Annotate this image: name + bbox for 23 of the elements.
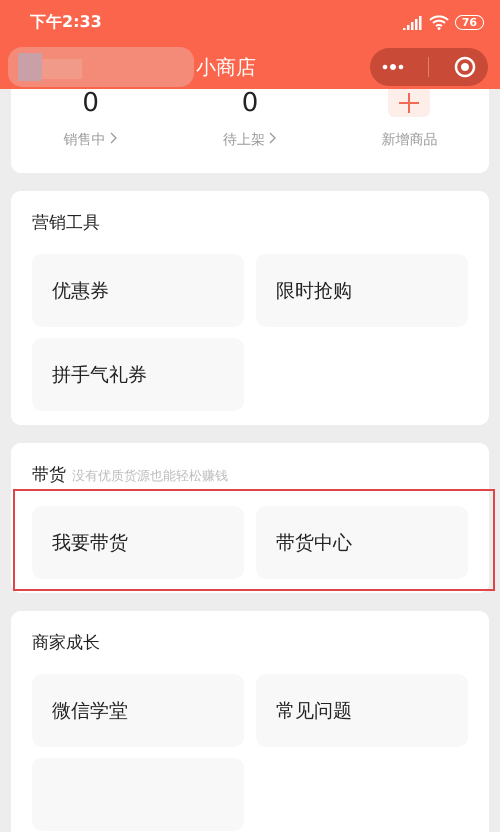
more-icon[interactable] [382, 64, 404, 70]
menu-tile[interactable]: 微信学堂 [32, 674, 244, 747]
plus-icon [398, 92, 420, 114]
stat-count: 0 [242, 89, 258, 117]
status-time: 下午2:33 [30, 12, 102, 33]
add-button[interactable] [388, 89, 430, 117]
menu-tile[interactable]: 优惠券 [32, 254, 244, 327]
page-title: 小商店 [196, 54, 256, 80]
menu-tile[interactable]: 常见问题 [256, 674, 468, 747]
section-title: 营销工具 [32, 212, 100, 234]
menu-tile[interactable]: 拼手气礼券 [32, 338, 244, 411]
section-title: 商家成长 [32, 632, 100, 654]
close-icon[interactable] [454, 56, 476, 78]
menu-tile[interactable]: 限时抢购 [256, 254, 468, 327]
stat-count: 0 [82, 89, 99, 117]
battery-level: 76 [454, 15, 484, 30]
section-subtitle: 没有优质货源也能轻松赚钱 [72, 468, 228, 485]
menu-tile[interactable]: 带货中心 [256, 506, 468, 579]
section-title: 带货 [32, 464, 66, 486]
menu-tile[interactable]: 我要带货 [32, 506, 244, 579]
signal-icon [402, 16, 423, 30]
capsule-menu[interactable] [370, 48, 488, 86]
wifi-icon [428, 15, 449, 30]
